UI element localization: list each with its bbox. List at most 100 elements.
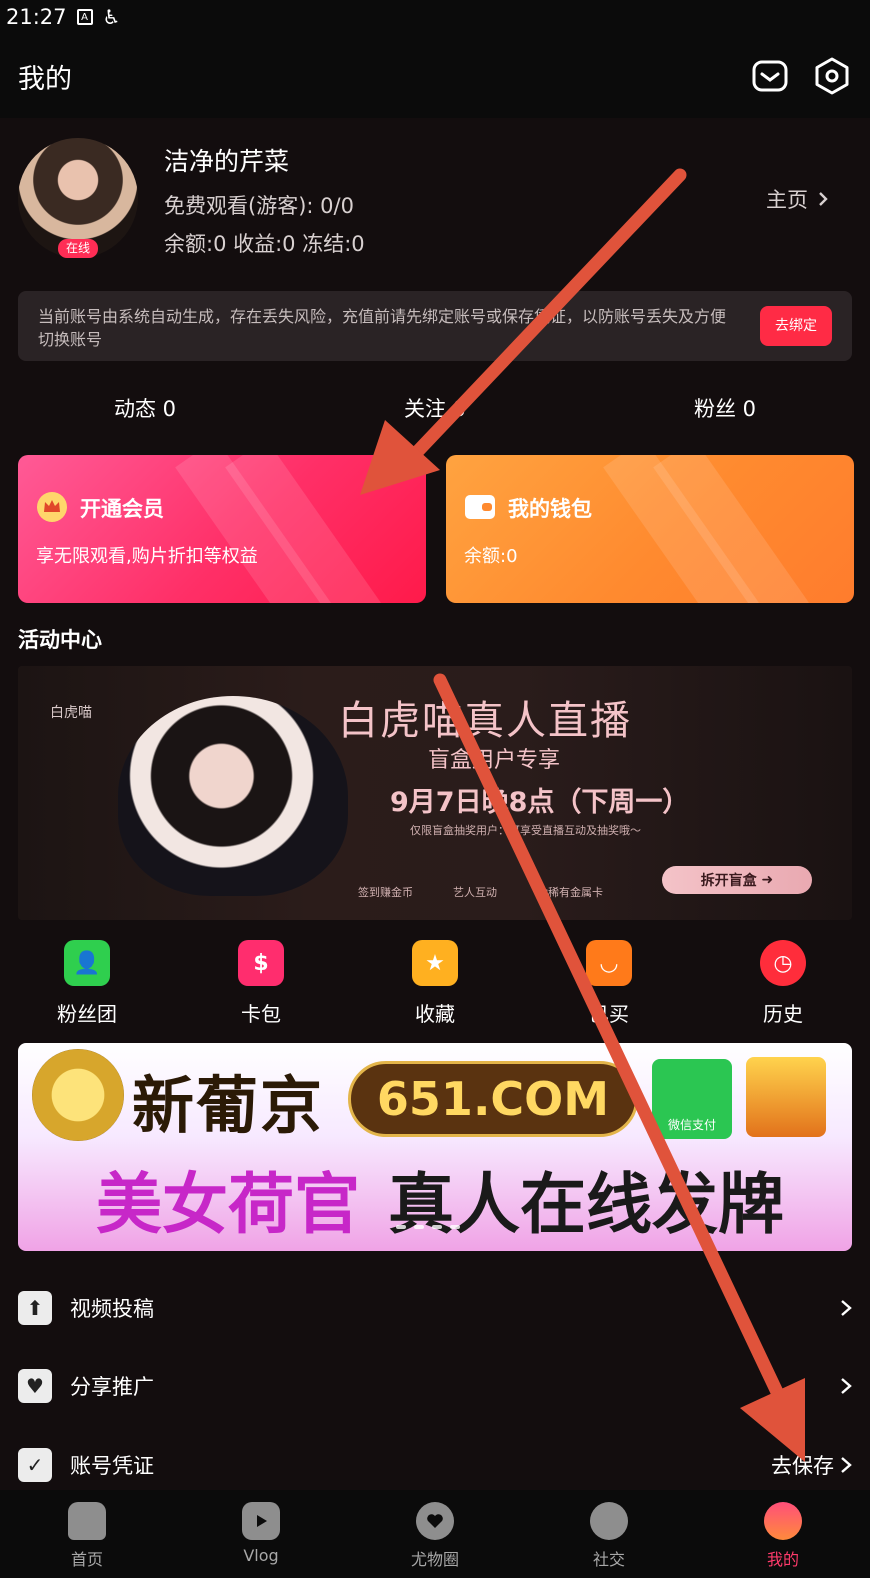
homepage-link[interactable]: 主页 [766, 184, 828, 214]
tab-profile[interactable]: 我的 [696, 1490, 870, 1578]
a-icon: A [76, 9, 93, 25]
menu-account-credential[interactable]: ✓ 账号凭证 去保存 [18, 1441, 852, 1489]
purchased-icon: ◡ [586, 940, 632, 986]
quick-links: 👤 粉丝团 $ 卡包 ★ 收藏 ◡ 已买 ◷ 历史 [0, 940, 870, 1032]
menu-label: 分享推广 [70, 1375, 154, 1399]
tab-label: 我的 [766, 1550, 799, 1569]
online-badge: 在线 [58, 239, 98, 258]
banner-activity: 艺人互动 [453, 886, 497, 899]
ad-brand: 新葡京 [132, 1069, 325, 1142]
mahjong-icon [746, 1057, 826, 1137]
vip-card[interactable]: 开通会员 享无限观看,购片折扣等权益 [18, 455, 426, 603]
tab-label: 社交 [592, 1550, 625, 1569]
accessibility-icon: ♿ [102, 5, 121, 29]
card-pack-icon: $ [238, 940, 284, 986]
wallet-icon [464, 491, 496, 523]
status-time: 21:27 [6, 5, 67, 29]
message-icon[interactable] [750, 56, 790, 96]
quick-label: 卡包 [241, 1002, 281, 1026]
homepage-label: 主页 [766, 188, 808, 212]
chevron-right-icon [841, 1378, 852, 1394]
banner-activity: 抽稀有金属卡 [537, 886, 603, 899]
menu-label: 账号凭证 [70, 1454, 154, 1478]
chevron-right-icon [819, 192, 828, 206]
banner-activities: 签到赚金币 艺人互动 抽稀有金属卡 [358, 884, 603, 900]
tab-label: 首页 [70, 1550, 103, 1569]
quick-label: 历史 [763, 1002, 803, 1026]
shield-icon: ✓ [18, 1448, 52, 1482]
tab-social[interactable]: 社交 [522, 1490, 696, 1578]
menu-label: 视频投稿 [70, 1297, 154, 1321]
stat-posts[interactable]: 动态 0 [0, 393, 290, 433]
quick-favorites[interactable]: ★ 收藏 [348, 940, 522, 1032]
free-view-count: 免费观看(游客): 0/0 [164, 194, 354, 218]
share-icon: ♥ [18, 1369, 52, 1403]
bind-account-button[interactable]: 去绑定 [760, 306, 832, 346]
bottom-tab-bar: 首页 Vlog 尤物圈 社交 我的 [0, 1490, 870, 1578]
quick-history[interactable]: ◷ 历史 [696, 940, 870, 1032]
activity-center-title: 活动中心 [18, 628, 102, 652]
status-bar: 21:27 A ♿ [0, 0, 870, 34]
favorites-icon: ★ [412, 940, 458, 986]
chevron-right-icon [841, 1457, 852, 1473]
fan-club-icon: 👤 [64, 940, 110, 986]
save-credential-link[interactable]: 去保存 [771, 1450, 834, 1480]
planet-icon [590, 1502, 628, 1540]
top-bar: 我的 [0, 34, 870, 118]
menu-share-promotion[interactable]: ♥ 分享推广 [18, 1362, 852, 1410]
stat-fans[interactable]: 粉丝 0 [580, 393, 870, 433]
tab-home[interactable]: 首页 [0, 1490, 174, 1578]
activity-banner[interactable]: 白虎喵 白虎喵真人直播 盲盒用户专享 9月7日晚8点（下周一） 仅限盲盒抽奖用户… [18, 666, 852, 920]
vip-card-subtitle: 享无限观看,购片折扣等权益 [36, 546, 258, 567]
tab-label: Vlog [243, 1546, 279, 1565]
vip-card-title: 开通会员 [80, 497, 164, 521]
stat-following[interactable]: 关注 0 [290, 393, 580, 433]
wallet-card-title: 我的钱包 [508, 497, 592, 521]
open-blind-box-button[interactable]: 拆开盲盒 ➜ [662, 866, 812, 894]
wallet-card[interactable]: 我的钱包 余额:0 [446, 455, 854, 603]
ad-slogan-dark: 真人在线发牌 [388, 1166, 784, 1243]
quick-purchased[interactable]: ◡ 已买 [522, 940, 696, 1032]
wallet-card-balance: 余额:0 [464, 546, 518, 567]
play-icon [242, 1502, 280, 1540]
stats-row: 动态 0 关注 0 粉丝 0 [0, 393, 870, 433]
tab-label: 尤物圈 [410, 1550, 459, 1569]
banner-activity: 签到赚金币 [358, 886, 413, 899]
ad-slogan-pink: 美女荷官 [96, 1166, 360, 1243]
ad-url: 651.COM [348, 1061, 638, 1137]
main-content: 在线 洁净的芹菜 免费观看(游客): 0/0 余额:0 收益:0 冻结:0 主页… [0, 118, 870, 1490]
profile-icon [764, 1502, 802, 1540]
wechat-pay-label: 微信支付 [667, 1118, 716, 1132]
balance-line: 余额:0 收益:0 冻结:0 [164, 232, 365, 256]
banner-date: 9月7日晚8点（下周一） [390, 787, 690, 818]
open-blind-box-label: 拆开盲盒 [700, 873, 757, 889]
banner-image [118, 696, 348, 896]
banner-headline: 白虎喵真人直播 [338, 698, 632, 744]
banner-left-text: 白虎喵 [50, 705, 92, 721]
menu-video-upload[interactable]: ⬆ 视频投稿 [18, 1284, 852, 1332]
profile-section: 在线 洁净的芹菜 免费观看(游客): 0/0 余额:0 收益:0 冻结:0 主页 [18, 138, 852, 263]
history-icon: ◷ [760, 940, 806, 986]
casino-logo [32, 1049, 124, 1141]
account-notice: 当前账号由系统自动生成，存在丢失风险，充值前请先绑定账号或保存凭证，以防账号丢失… [18, 291, 852, 361]
chevron-right-icon [841, 1300, 852, 1316]
quick-card-pack[interactable]: $ 卡包 [174, 940, 348, 1032]
notice-text: 当前账号由系统自动生成，存在丢失风险，充值前请先绑定账号或保存凭证，以防账号丢失… [38, 307, 727, 349]
heart-icon [416, 1502, 454, 1540]
quick-label: 已买 [589, 1002, 629, 1026]
tab-circle[interactable]: 尤物圈 [348, 1490, 522, 1578]
ad-banner[interactable]: 新葡京 651.COM 微信支付 美女荷官 真人在线发牌 [18, 1043, 852, 1251]
wechat-pay-icon: 微信支付 [652, 1059, 732, 1139]
quick-label: 收藏 [415, 1002, 455, 1026]
settings-icon[interactable] [812, 56, 852, 96]
quick-label: 粉丝团 [57, 1002, 117, 1026]
banner-note: 仅限盲盒抽奖用户：可享受直播互动及抽奖哦～ [410, 824, 641, 837]
banner-subheadline: 盲盒用户专享 [428, 748, 561, 773]
page-title: 我的 [18, 63, 72, 95]
quick-fan-club[interactable]: 👤 粉丝团 [0, 940, 174, 1032]
tab-vlog[interactable]: Vlog [174, 1490, 348, 1578]
carousel-dots [396, 1225, 460, 1229]
crown-icon [36, 491, 68, 523]
username: 洁净的芹菜 [164, 147, 290, 176]
upload-icon: ⬆ [18, 1291, 52, 1325]
